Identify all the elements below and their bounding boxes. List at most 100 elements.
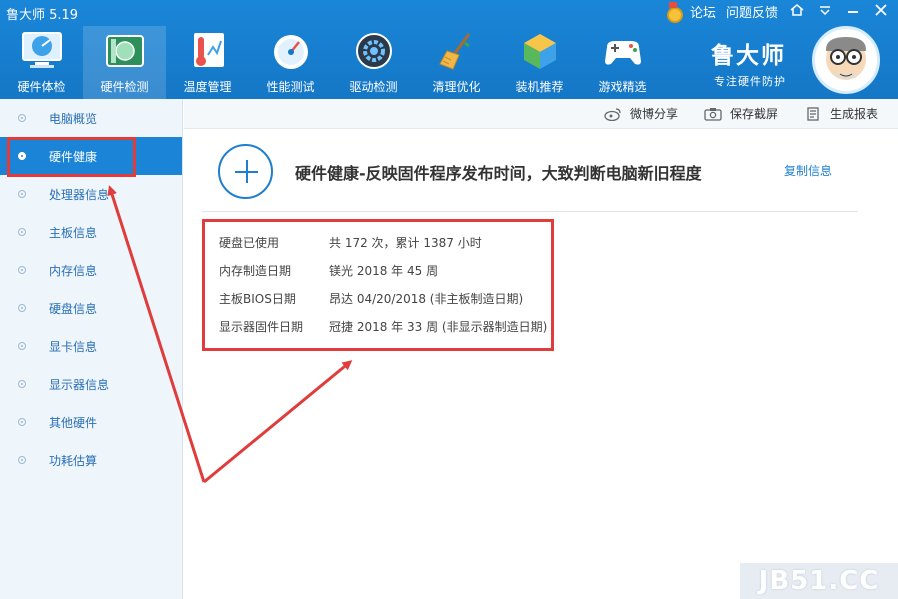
sidebar-item-memory[interactable]: 内存信息	[0, 251, 182, 289]
sidebar: 电脑概览 硬件健康 处理器信息 主板信息 内存信息 硬盘信息 显卡信息 显示器信…	[0, 99, 183, 599]
brand: 鲁大师 专注硬件防护	[711, 36, 786, 89]
skin-icon[interactable]	[788, 3, 806, 20]
table-row: 硬盘已使用 共 172 次，累计 1387 小时	[219, 234, 482, 252]
section-header: 硬件健康-反映固件程序发布时间，大致判断电脑新旧程度 复制信息	[218, 144, 858, 200]
hardware-health-table: 硬盘已使用 共 172 次，累计 1387 小时 内存制造日期 镁光 2018 …	[202, 219, 554, 351]
bullet-icon	[18, 418, 26, 426]
tool-cleanup[interactable]: 清理优化	[415, 26, 498, 99]
sidebar-item-display[interactable]: 显示器信息	[0, 365, 182, 403]
sidebar-item-gpu[interactable]: 显卡信息	[0, 327, 182, 365]
tool-label: 硬件体检	[17, 80, 66, 94]
action-label: 生成报表	[829, 107, 878, 121]
sidebar-item-label: 硬盘信息	[49, 301, 98, 316]
sidebar-item-label: 主板信息	[49, 225, 98, 240]
sidebar-item-cpu[interactable]: 处理器信息	[0, 175, 182, 213]
table-row: 主板BIOS日期 昂达 04/20/2018 (非主板制造日期)	[219, 290, 523, 308]
row-key: 主板BIOS日期	[219, 292, 296, 306]
table-row: 显示器固件日期 冠捷 2018 年 33 周 (非显示器制造日期)	[219, 318, 547, 336]
circuit-board-icon	[102, 30, 148, 72]
row-value: 共 172 次，累计 1387 小时	[329, 236, 482, 250]
forum-link[interactable]: 论坛	[690, 2, 716, 21]
sidebar-item-hardware-health[interactable]: 硬件健康	[0, 137, 182, 175]
sidebar-item-label: 电脑概览	[49, 111, 98, 126]
save-screenshot-button[interactable]: 保存截屏	[704, 105, 778, 122]
monitor-radar-icon	[19, 30, 65, 72]
row-key: 硬盘已使用	[219, 236, 280, 250]
broom-icon	[434, 30, 480, 72]
row-value: 昂达 04/20/2018 (非主板制造日期)	[329, 292, 524, 306]
row-key: 显示器固件日期	[219, 320, 304, 334]
tool-label: 装机推荐	[515, 80, 564, 94]
bullet-icon	[18, 304, 26, 312]
action-bar: 微博分享 保存截屏 生成报表	[184, 99, 898, 129]
sidebar-item-label: 显示器信息	[49, 377, 110, 392]
plus-icon	[218, 144, 273, 199]
copy-info-link[interactable]: 复制信息	[784, 162, 832, 179]
thermometer-icon	[185, 30, 231, 72]
table-row: 内存制造日期 镁光 2018 年 45 周	[219, 262, 438, 280]
sidebar-item-label: 其他硬件	[49, 415, 98, 430]
tool-label: 硬件检测	[100, 80, 149, 94]
watermark-text: JB51.CC	[758, 566, 880, 596]
menu-icon[interactable]	[816, 4, 834, 19]
sidebar-item-power-estimate[interactable]: 功耗估算	[0, 441, 182, 479]
tool-hardware-checkup[interactable]: 硬件体检	[0, 26, 83, 99]
main-toolbar: 硬件体检 硬件检测 温度管理 性能测试 驱动检测 清理优化 装机推荐 游戏精选	[0, 26, 664, 99]
app-title: 鲁大师 5.19	[6, 8, 79, 23]
row-key: 内存制造日期	[219, 264, 292, 278]
camera-icon	[704, 107, 722, 121]
medal-icon[interactable]	[666, 1, 683, 23]
tool-temperature[interactable]: 温度管理	[166, 26, 249, 99]
bullet-icon	[18, 342, 26, 350]
divider	[202, 211, 858, 212]
weibo-icon	[604, 107, 622, 121]
generate-report-button[interactable]: 生成报表	[804, 105, 878, 122]
bullet-icon	[18, 190, 26, 198]
sidebar-item-label: 内存信息	[49, 263, 98, 278]
row-value: 冠捷 2018 年 33 周 (非显示器制造日期)	[329, 320, 548, 334]
sidebar-item-motherboard[interactable]: 主板信息	[0, 213, 182, 251]
window-controls: 论坛 问题反馈	[666, 1, 890, 23]
speedometer-icon	[268, 30, 314, 72]
bullet-icon	[18, 266, 26, 274]
sidebar-item-disk[interactable]: 硬盘信息	[0, 289, 182, 327]
bullet-icon	[18, 114, 26, 122]
close-icon[interactable]	[872, 3, 890, 20]
watermark: JB51.CC	[740, 563, 898, 599]
tool-games[interactable]: 游戏精选	[581, 26, 664, 99]
tool-recommend[interactable]: 装机推荐	[498, 26, 581, 99]
gamepad-icon	[600, 30, 646, 72]
sidebar-item-overview[interactable]: 电脑概览	[0, 99, 182, 137]
bullet-icon	[18, 152, 26, 160]
gear-drive-icon	[351, 30, 397, 72]
sidebar-item-label: 显卡信息	[49, 339, 98, 354]
mascot-avatar[interactable]	[812, 26, 880, 94]
row-value: 镁光 2018 年 45 周	[329, 264, 439, 278]
tool-driver[interactable]: 驱动检测	[332, 26, 415, 99]
sidebar-item-label: 处理器信息	[49, 187, 110, 202]
tool-label: 清理优化	[432, 80, 481, 94]
tool-label: 温度管理	[183, 80, 232, 94]
tool-label: 驱动检测	[349, 80, 398, 94]
tool-label: 性能测试	[266, 80, 315, 94]
cube-icon	[517, 30, 563, 72]
minimize-icon[interactable]	[844, 4, 862, 20]
sidebar-item-label: 硬件健康	[49, 149, 98, 164]
title-bar: 鲁大师 5.19 论坛 问题反馈 硬件体检 硬件检测 温度管理 性能测试 驱动检…	[0, 0, 898, 99]
bullet-icon	[18, 228, 26, 236]
bullet-icon	[18, 456, 26, 464]
tool-hardware-detect[interactable]: 硬件检测	[83, 26, 166, 99]
report-icon	[804, 106, 822, 121]
sidebar-item-label: 功耗估算	[49, 453, 98, 468]
tool-performance[interactable]: 性能测试	[249, 26, 332, 99]
weibo-share-button[interactable]: 微博分享	[604, 105, 678, 122]
arrow-to-table	[203, 360, 353, 484]
brand-tagline: 专注硬件防护	[714, 75, 786, 88]
brand-name: 鲁大师	[711, 43, 786, 69]
feedback-link[interactable]: 问题反馈	[726, 2, 778, 21]
action-label: 保存截屏	[729, 107, 778, 121]
section-title: 硬件健康-反映固件程序发布时间，大致判断电脑新旧程度	[295, 164, 702, 183]
sidebar-item-other-hardware[interactable]: 其他硬件	[0, 403, 182, 441]
action-label: 微博分享	[629, 107, 678, 121]
tool-label: 游戏精选	[598, 80, 647, 94]
